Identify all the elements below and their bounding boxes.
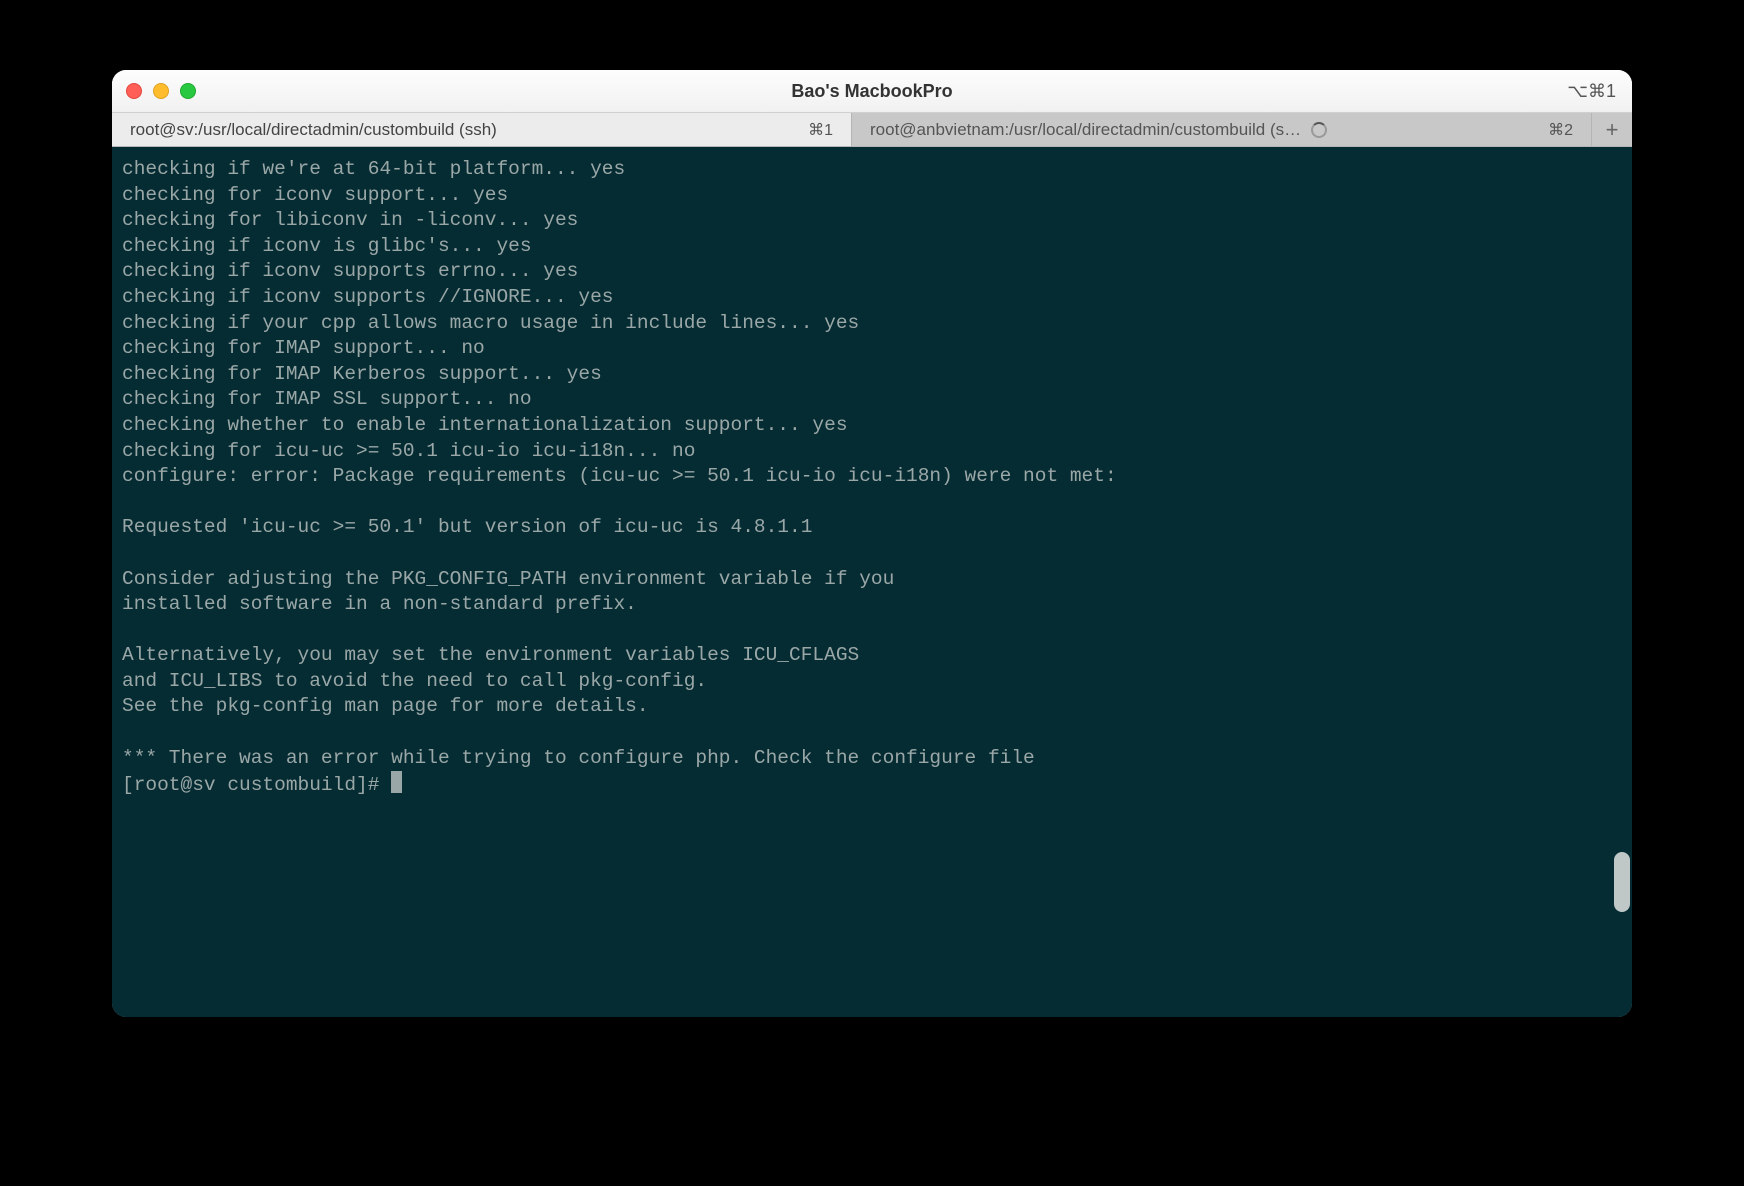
terminal-line: Alternatively, you may set the environme…: [122, 643, 1622, 669]
terminal-line: checking for icu-uc >= 50.1 icu-io icu-i…: [122, 439, 1622, 465]
terminal-line: installed software in a non-standard pre…: [122, 592, 1622, 618]
tab-2[interactable]: root@anbvietnam:/usr/local/directadmin/c…: [852, 113, 1592, 146]
terminal-line: checking for IMAP Kerberos support... ye…: [122, 362, 1622, 388]
tabbar: root@sv:/usr/local/directadmin/custombui…: [112, 113, 1632, 147]
terminal-line: checking if your cpp allows macro usage …: [122, 311, 1622, 337]
terminal-line: checking if we're at 64-bit platform... …: [122, 157, 1622, 183]
terminal-prompt[interactable]: [root@sv custombuild]#: [122, 771, 1622, 799]
terminal-line: Requested 'icu-uc >= 50.1' but version o…: [122, 515, 1622, 541]
terminal-line: checking if iconv supports //IGNORE... y…: [122, 285, 1622, 311]
terminal-line: [122, 541, 1622, 567]
terminal-line: Consider adjusting the PKG_CONFIG_PATH e…: [122, 567, 1622, 593]
terminal-output[interactable]: checking if we're at 64-bit platform... …: [112, 147, 1632, 1017]
terminal-line: checking if iconv supports errno... yes: [122, 259, 1622, 285]
terminal-line: [122, 490, 1622, 516]
scrollbar-thumb[interactable]: [1614, 852, 1630, 912]
tab-label: root@sv:/usr/local/directadmin/custombui…: [130, 120, 497, 140]
titlebar: Bao's MacbookPro ⌥⌘1: [112, 70, 1632, 113]
tab-1[interactable]: root@sv:/usr/local/directadmin/custombui…: [112, 113, 852, 146]
terminal-line: See the pkg-config man page for more det…: [122, 694, 1622, 720]
terminal-line: configure: error: Package requirements (…: [122, 464, 1622, 490]
terminal-line: [122, 618, 1622, 644]
terminal-line: checking if iconv is glibc's... yes: [122, 234, 1622, 260]
terminal-line: checking for IMAP SSL support... no: [122, 387, 1622, 413]
terminal-line: checking for IMAP support... no: [122, 336, 1622, 362]
window-title: Bao's MacbookPro: [112, 81, 1632, 102]
loading-spinner-icon: [1311, 122, 1327, 138]
terminal-line: *** There was an error while trying to c…: [122, 746, 1622, 772]
terminal-line: checking for libiconv in -liconv... yes: [122, 208, 1622, 234]
close-icon[interactable]: [126, 83, 142, 99]
new-tab-button[interactable]: +: [1592, 113, 1632, 146]
minimize-icon[interactable]: [153, 83, 169, 99]
terminal-window: Bao's MacbookPro ⌥⌘1 root@sv:/usr/local/…: [112, 70, 1632, 1017]
terminal-line: checking for iconv support... yes: [122, 183, 1622, 209]
zoom-icon[interactable]: [180, 83, 196, 99]
cursor-icon: [391, 771, 402, 793]
traffic-lights: [126, 83, 196, 99]
tab-shortcut: ⌘1: [808, 120, 833, 140]
terminal-line: and ICU_LIBS to avoid the need to call p…: [122, 669, 1622, 695]
terminal-line: checking whether to enable international…: [122, 413, 1622, 439]
terminal-line: [122, 720, 1622, 746]
terminal-area[interactable]: checking if we're at 64-bit platform... …: [112, 147, 1632, 1017]
window-shortcut: ⌥⌘1: [1567, 81, 1616, 102]
tab-shortcut: ⌘2: [1548, 120, 1573, 140]
tab-label: root@anbvietnam:/usr/local/directadmin/c…: [870, 120, 1301, 140]
